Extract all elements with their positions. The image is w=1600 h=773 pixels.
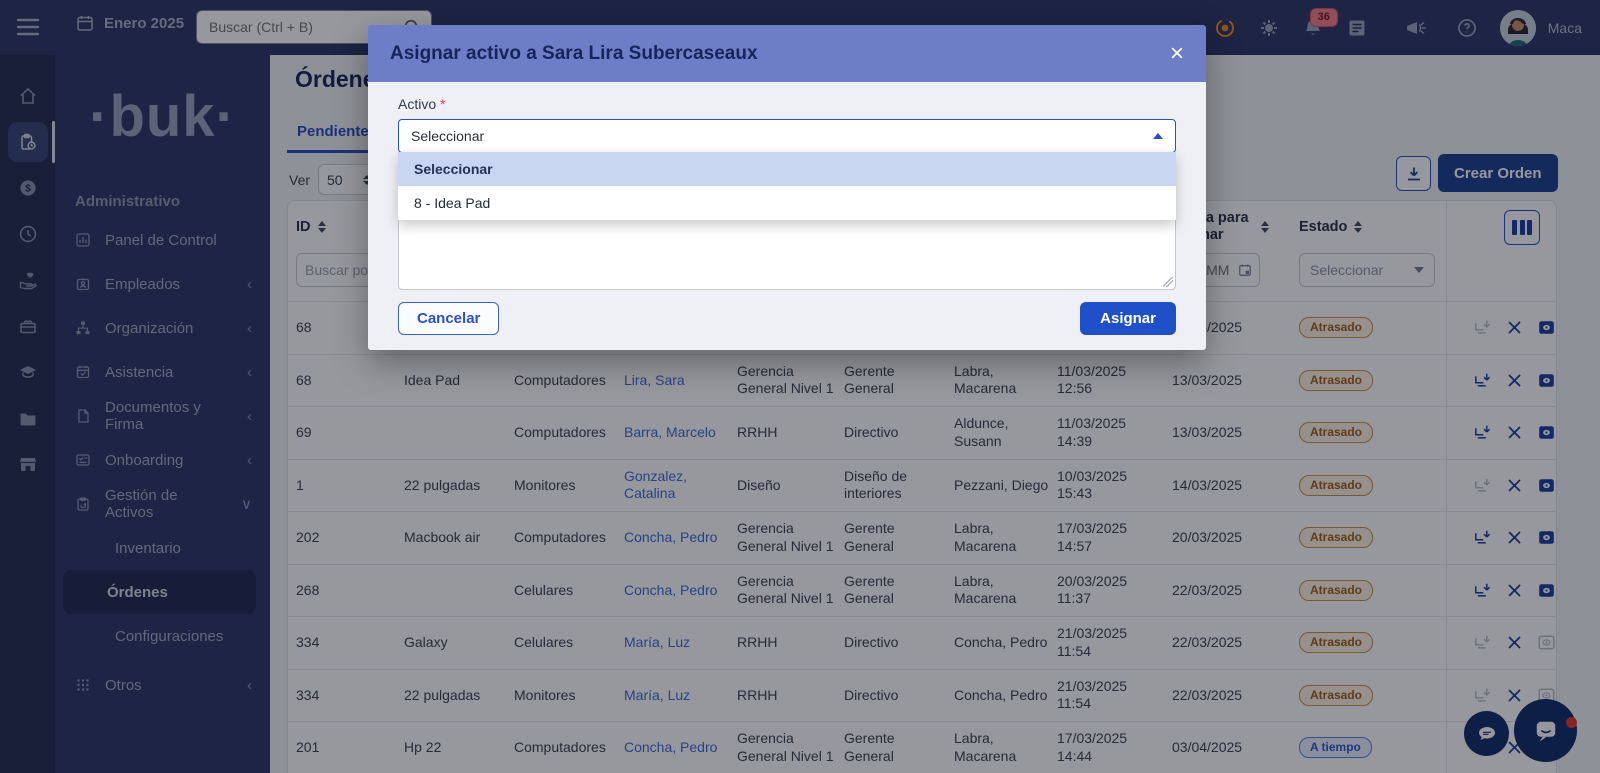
modal-body: Activo * Seleccionar Seleccionar8 - Idea… xyxy=(368,82,1206,350)
modal-title: Asignar activo a Sara Lira Subercaseaux xyxy=(390,43,758,65)
dropdown-option[interactable]: Seleccionar xyxy=(398,152,1176,186)
modal-header: Asignar activo a Sara Lira Subercaseaux … xyxy=(368,25,1206,82)
required-asterisk: * xyxy=(440,96,445,112)
caret-up-icon xyxy=(1153,133,1163,139)
cancel-button[interactable]: Cancelar xyxy=(398,302,499,335)
activo-select[interactable]: Seleccionar xyxy=(398,119,1176,153)
resize-handle-icon[interactable] xyxy=(1163,277,1173,287)
dropdown-option[interactable]: 8 - Idea Pad xyxy=(398,186,1176,220)
close-icon[interactable]: × xyxy=(1170,42,1184,66)
activo-dropdown: Seleccionar8 - Idea Pad xyxy=(398,152,1176,220)
activo-field-label: Activo * xyxy=(398,96,1176,112)
assign-button[interactable]: Asignar xyxy=(1080,302,1176,335)
assign-asset-modal: Asignar activo a Sara Lira Subercaseaux … xyxy=(368,25,1206,350)
app-root: Enero 2025 36 Maca $ xyxy=(0,0,1600,773)
